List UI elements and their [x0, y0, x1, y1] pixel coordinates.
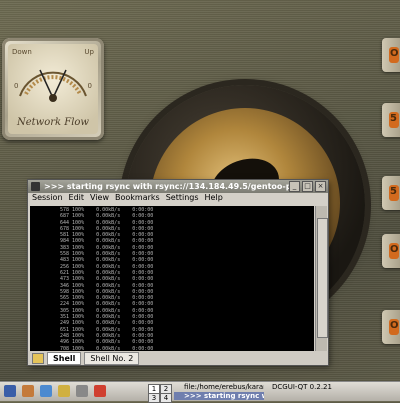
menu-edit[interactable]: Edit — [69, 193, 85, 205]
menu-view[interactable]: View — [90, 193, 109, 205]
right-button-2[interactable]: 5 — [382, 103, 400, 137]
terminal-lines: 578 100% 0.00kB/s 0:00:00 687 100% 0.00kB… — [30, 206, 314, 351]
maximize-button[interactable]: □ — [302, 181, 313, 192]
tab-shell[interactable]: Shell — [47, 351, 82, 365]
right-button-5[interactable]: O — [382, 310, 400, 344]
gauge-needle-icon — [19, 69, 87, 102]
right-button-label: 5 — [390, 186, 397, 197]
home-icon[interactable] — [22, 385, 34, 397]
scrollbar-thumb[interactable] — [317, 218, 328, 338]
files-icon[interactable] — [58, 385, 70, 397]
right-button-3[interactable]: 5 — [382, 176, 400, 210]
window-title: >>> starting rsync with rsync://134.184.… — [44, 182, 289, 191]
right-button-label: O — [390, 48, 399, 59]
task-konsole[interactable]: >>> starting rsync with — [174, 392, 264, 400]
right-button-label: O — [390, 244, 399, 255]
app-icon[interactable] — [94, 385, 106, 397]
right-button-1[interactable]: O — [382, 38, 400, 72]
terminal-scrollbar[interactable] — [315, 206, 328, 351]
task-konqueror[interactable]: file:/home/erebus/karamba — [174, 383, 264, 391]
gauge-face: Down Up 0 0 Network Flow — [8, 44, 98, 134]
browser-icon[interactable] — [40, 385, 52, 397]
menu-bookmarks[interactable]: Bookmarks — [115, 193, 160, 205]
task-dcgui[interactable]: DCGUI-QT 0.2.21 — [262, 383, 372, 391]
window-menu-icon[interactable] — [31, 182, 40, 191]
settings-icon[interactable] — [76, 385, 88, 397]
pager-desktop-4[interactable]: 4 — [160, 393, 172, 403]
menu-bar: Session Edit View Bookmarks Settings Hel… — [28, 193, 328, 205]
menu-session[interactable]: Session — [32, 193, 63, 205]
menu-help[interactable]: Help — [205, 193, 223, 205]
window-titlebar[interactable]: >>> starting rsync with rsync://134.184.… — [28, 180, 328, 193]
right-button-4[interactable]: O — [382, 234, 400, 268]
taskbar: 1 2 3 4 file:/home/erebus/karamba >>> st… — [0, 381, 400, 403]
kmenu-icon[interactable] — [4, 385, 16, 397]
konsole-window: >>> starting rsync with rsync://134.184.… — [28, 180, 328, 365]
terminal-output[interactable]: 578 100% 0.00kB/s 0:00:00 687 100% 0.00kB… — [30, 206, 314, 351]
pager-desktop-3[interactable]: 3 — [148, 393, 160, 403]
right-button-label: O — [390, 320, 399, 331]
new-session-icon[interactable] — [32, 352, 44, 364]
network-flow-gauge: Down Up 0 0 Network Flow — [2, 38, 104, 140]
menu-settings[interactable]: Settings — [166, 193, 199, 205]
gauge-title: Network Flow — [16, 117, 89, 128]
session-tab-bar: Shell Shell No. 2 — [28, 351, 328, 365]
right-button-label: 5 — [390, 113, 397, 124]
tab-shell-2[interactable]: Shell No. 2 — [84, 351, 140, 365]
close-button[interactable]: × — [315, 181, 326, 192]
minimize-button[interactable]: _ — [289, 181, 300, 192]
